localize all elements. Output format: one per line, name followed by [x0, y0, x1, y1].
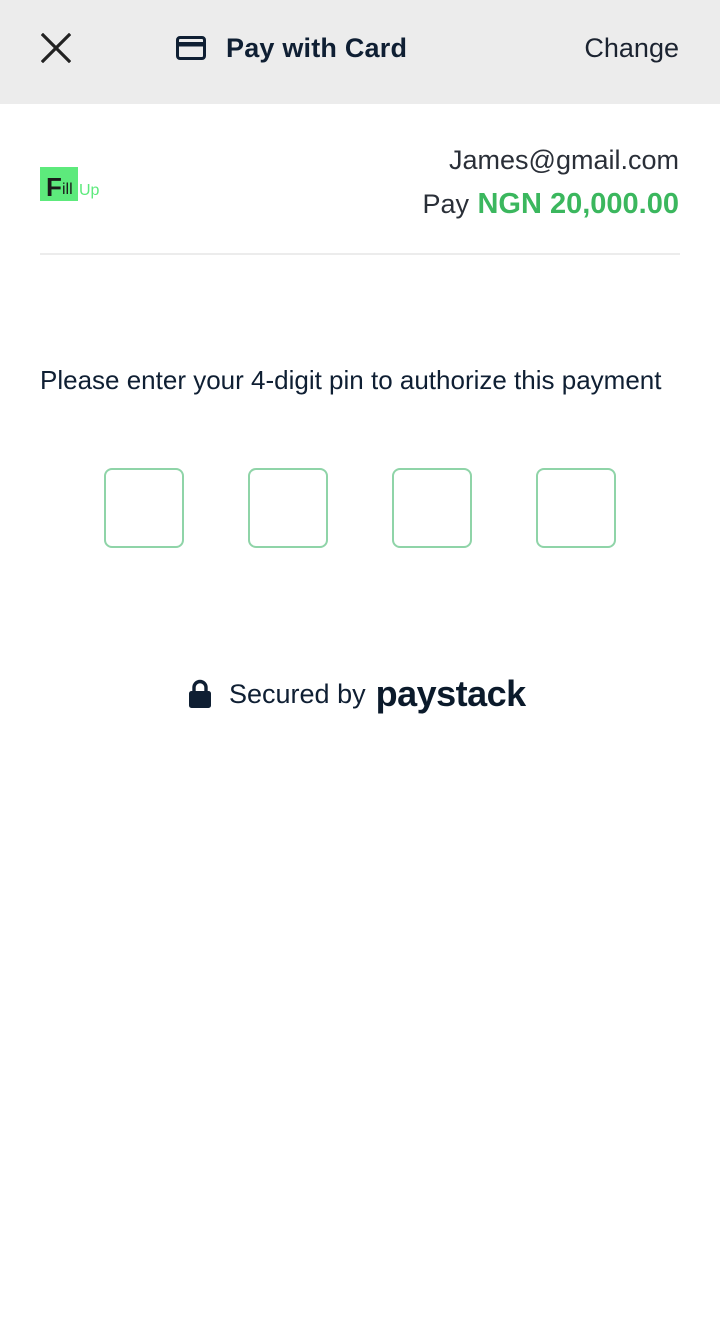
- payment-summary: James@gmail.com Pay NGN 20,000.00: [423, 140, 680, 229]
- close-button[interactable]: [32, 24, 80, 72]
- logo-text-end: Up: [79, 182, 100, 199]
- page-title: Pay with Card: [226, 32, 408, 63]
- divider: [40, 253, 680, 255]
- header-bar: Pay with Card Change: [0, 0, 720, 104]
- change-payment-method-button[interactable]: Change: [584, 28, 679, 68]
- pin-input-group: [104, 468, 616, 548]
- paystack-logo: paystack: [375, 673, 527, 714]
- pin-digit-1[interactable]: [104, 468, 184, 548]
- pay-label: Pay: [422, 189, 470, 219]
- secured-by-footer: Secured by paystack: [188, 672, 526, 716]
- secured-by-label: Secured by: [229, 678, 366, 709]
- logo-letter: F: [46, 172, 62, 202]
- pin-digit-4[interactable]: [536, 468, 616, 548]
- pin-instruction: Please enter your 4-digit pin to authori…: [40, 365, 662, 395]
- credit-card-icon: [176, 36, 206, 60]
- pin-digit-3[interactable]: [392, 468, 472, 548]
- pin-digit-2[interactable]: [248, 468, 328, 548]
- amount-line: Pay NGN 20,000.00: [423, 184, 680, 229]
- merchant-logo: F ill Up: [40, 167, 102, 203]
- close-icon: [41, 33, 71, 63]
- payment-amount: NGN 20,000.00: [477, 188, 679, 220]
- payment-page: Pay with Card Change F ill Up James@gmai…: [0, 0, 720, 1331]
- lock-icon: [188, 679, 212, 709]
- header-title-group: Pay with Card: [176, 28, 407, 68]
- logo-text-mid: ill: [62, 181, 73, 198]
- customer-email: James@gmail.com: [449, 145, 679, 175]
